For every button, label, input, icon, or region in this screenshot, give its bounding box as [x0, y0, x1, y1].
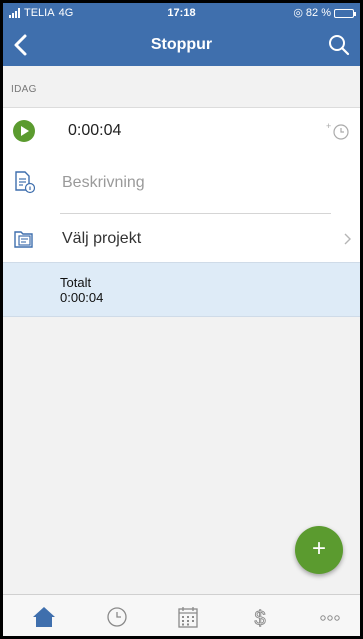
project-row[interactable]: Välj projekt [3, 216, 360, 262]
tab-home[interactable] [31, 604, 57, 630]
svg-text:+: + [326, 121, 331, 131]
add-entry-button[interactable]: + [295, 526, 343, 574]
select-project-label[interactable]: Välj projekt [62, 230, 141, 248]
battery-icon [334, 8, 356, 18]
tab-bar: $ [3, 594, 360, 636]
timer-row: 0:00:04 + [3, 108, 360, 154]
clock-icon [107, 607, 127, 627]
description-input[interactable]: Beskrivning [62, 174, 145, 192]
battery-percent: 82 % [305, 7, 331, 19]
battery-info: ◎ 82 % [293, 3, 356, 23]
add-time-icon: + [326, 121, 349, 140]
divider [60, 213, 331, 214]
search-button[interactable] [326, 31, 352, 59]
search-icon [329, 35, 350, 56]
svg-text:$: $ [254, 608, 265, 630]
header-bar: TELIA 4G 17:18 ◎ 82 % Stoppur [3, 3, 360, 66]
tab-calendar[interactable] [175, 604, 201, 630]
status-bar: TELIA 4G 17:18 ◎ 82 % [3, 3, 360, 23]
time-entry-card: 0:00:04 + Beskrivning Välj projekt [3, 108, 360, 262]
total-label: Totalt [60, 275, 92, 290]
calendar-icon [178, 607, 198, 628]
tab-more[interactable] [317, 604, 343, 630]
app-screen: TELIA 4G 17:18 ◎ 82 % Stoppur IDAG 0:00:… [3, 3, 360, 636]
folder-icon [14, 231, 33, 248]
total-value: 0:00:04 [60, 290, 104, 305]
home-icon [33, 607, 55, 627]
dollar-icon: $ [254, 608, 266, 631]
add-time-button[interactable]: + [326, 121, 350, 141]
play-button[interactable] [13, 120, 35, 142]
navigation-bar: Stoppur [3, 23, 360, 66]
page-title: Stoppur [150, 36, 213, 53]
alarm-icon: ◎ [293, 7, 303, 19]
section-header-label: IDAG [11, 84, 37, 95]
section-header: IDAG [3, 66, 360, 108]
total-row: Totalt 0:00:04 [3, 262, 360, 317]
more-icon [320, 615, 340, 621]
description-row[interactable]: Beskrivning [3, 160, 360, 208]
tab-expenses[interactable]: $ [247, 604, 273, 631]
timer-value[interactable]: 0:00:04 [68, 122, 121, 140]
tab-timesheet[interactable] [104, 604, 130, 630]
chevron-right-icon [344, 233, 351, 245]
description-icon [15, 171, 35, 194]
